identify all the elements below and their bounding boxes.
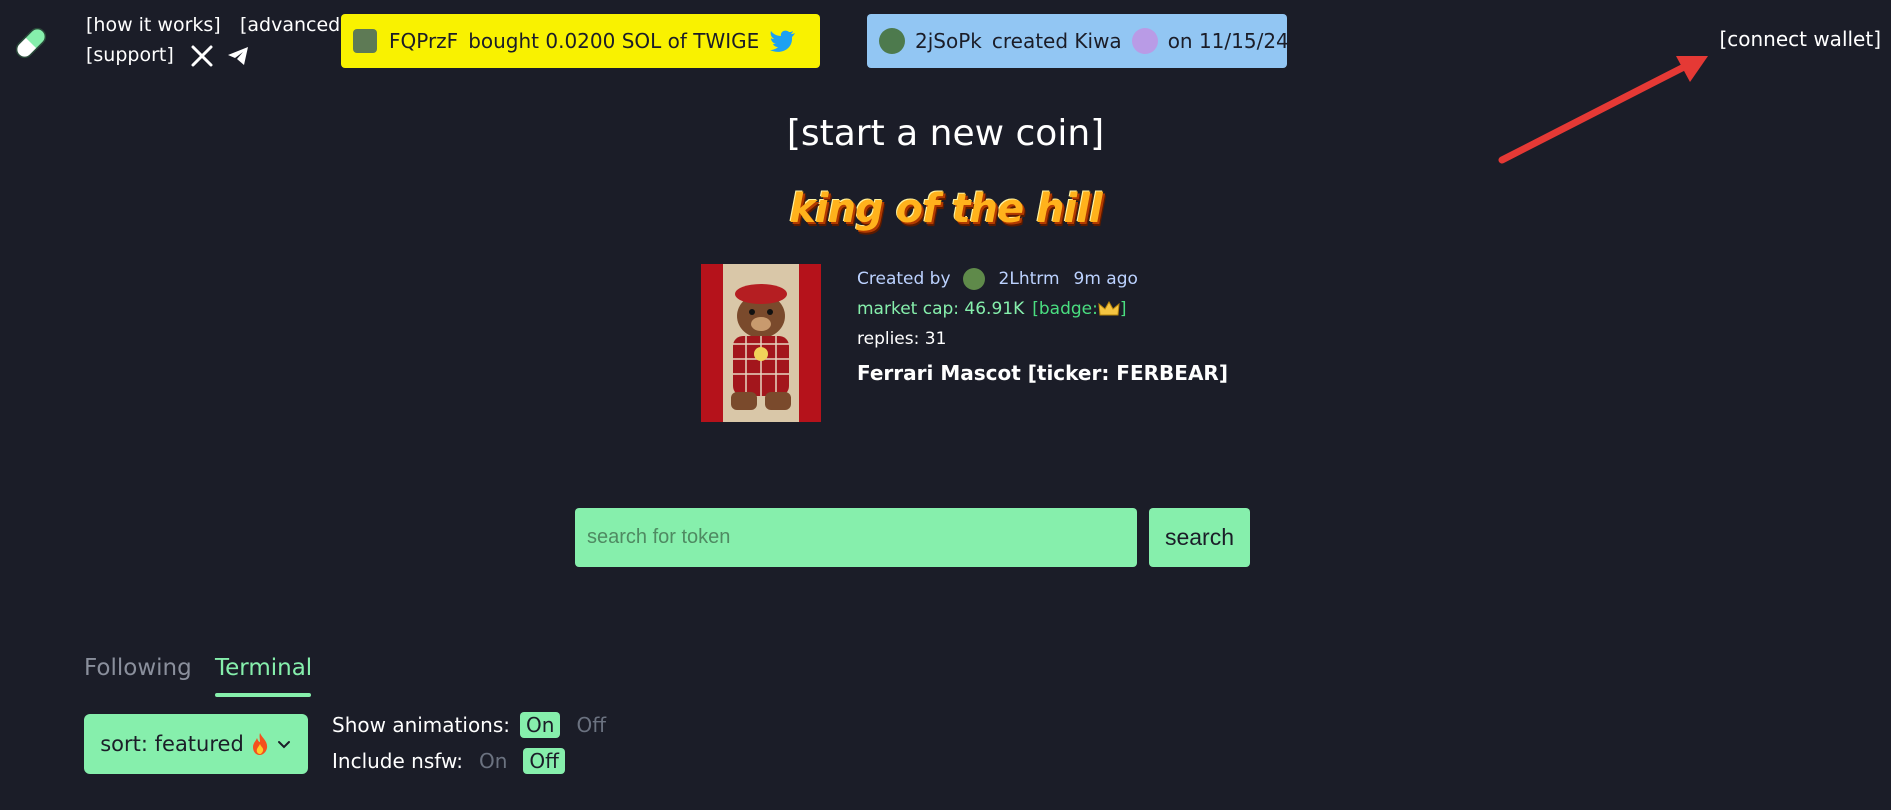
- include-nsfw-on[interactable]: On: [473, 748, 513, 774]
- replies-count: replies: 31: [857, 329, 947, 349]
- ticker-user[interactable]: 2jSoPk: [915, 29, 982, 53]
- create-ticker[interactable]: 2jSoPk created Kiwa on 11/15/24: [867, 14, 1289, 68]
- bird-icon: [770, 30, 796, 52]
- tab-following[interactable]: Following: [84, 655, 192, 681]
- coin-image[interactable]: [701, 264, 821, 422]
- search-input[interactable]: [575, 508, 1137, 567]
- include-nsfw-label: Include nsfw:: [332, 749, 463, 773]
- market-cap: market cap: 46.91K: [857, 299, 1025, 319]
- sort-label: sort: featured: [100, 732, 244, 756]
- show-animations-on[interactable]: On: [520, 712, 561, 738]
- created-by-label: Created by: [857, 269, 951, 289]
- badge-label: [badge:: [1032, 299, 1098, 319]
- telegram-icon[interactable]: [226, 44, 250, 68]
- ticker-user[interactable]: FQPrzF: [389, 29, 458, 53]
- crown-icon: [1098, 300, 1120, 316]
- created-by-row: Created by 2Lhtrm 9m ago: [857, 264, 1228, 294]
- active-tab-indicator: [215, 693, 311, 697]
- trade-ticker[interactable]: FQPrzF bought 0.0200 SOL of TWIGE: [341, 14, 820, 68]
- user-avatar: [353, 29, 377, 53]
- coin-name[interactable]: Ferrari Mascot [ticker: FERBEAR]: [857, 358, 1228, 388]
- ticker-action: bought 0.0200 SOL of TWIGE: [468, 29, 760, 53]
- fire-icon: [252, 733, 267, 755]
- tab-terminal[interactable]: Terminal: [215, 655, 312, 681]
- pill-logo-icon[interactable]: [10, 22, 52, 64]
- nav-support[interactable]: [support]: [86, 44, 174, 66]
- creator-avatar: [962, 268, 985, 290]
- show-animations-label: Show animations:: [332, 713, 511, 737]
- chevron-down-icon: [277, 741, 290, 749]
- nav-advanced[interactable]: [advanced: [240, 14, 340, 36]
- market-cap-row: market cap: 46.91K [badge: ]: [857, 294, 1228, 324]
- coin-avatar: [1131, 28, 1158, 54]
- x-twitter-icon[interactable]: [190, 44, 214, 68]
- creator-name[interactable]: 2Lhtrm: [999, 264, 1060, 294]
- sort-dropdown[interactable]: sort: featured: [84, 714, 308, 774]
- ticker-action: created Kiwa: [991, 29, 1122, 53]
- king-of-the-hill-title: king of the hill: [789, 186, 1102, 232]
- badge-label-end: ]: [1119, 299, 1127, 319]
- search-button[interactable]: search: [1149, 508, 1250, 567]
- ticker-date: on 11/15/24: [1167, 29, 1289, 53]
- show-animations-row: Show animations: On Off: [332, 712, 612, 738]
- start-new-coin-link[interactable]: [start a new coin]: [0, 113, 1891, 154]
- user-avatar: [879, 28, 905, 54]
- king-of-the-hill-info[interactable]: Created by 2Lhtrm 9m ago market cap: 46.…: [857, 264, 1228, 388]
- created-age: 9m ago: [1073, 269, 1138, 289]
- nav-how-it-works[interactable]: [how it works]: [86, 14, 221, 36]
- include-nsfw-row: Include nsfw: On Off: [332, 748, 565, 774]
- show-animations-off[interactable]: Off: [570, 712, 612, 738]
- connect-wallet-button[interactable]: [connect wallet]: [1719, 27, 1881, 51]
- include-nsfw-off[interactable]: Off: [523, 748, 565, 774]
